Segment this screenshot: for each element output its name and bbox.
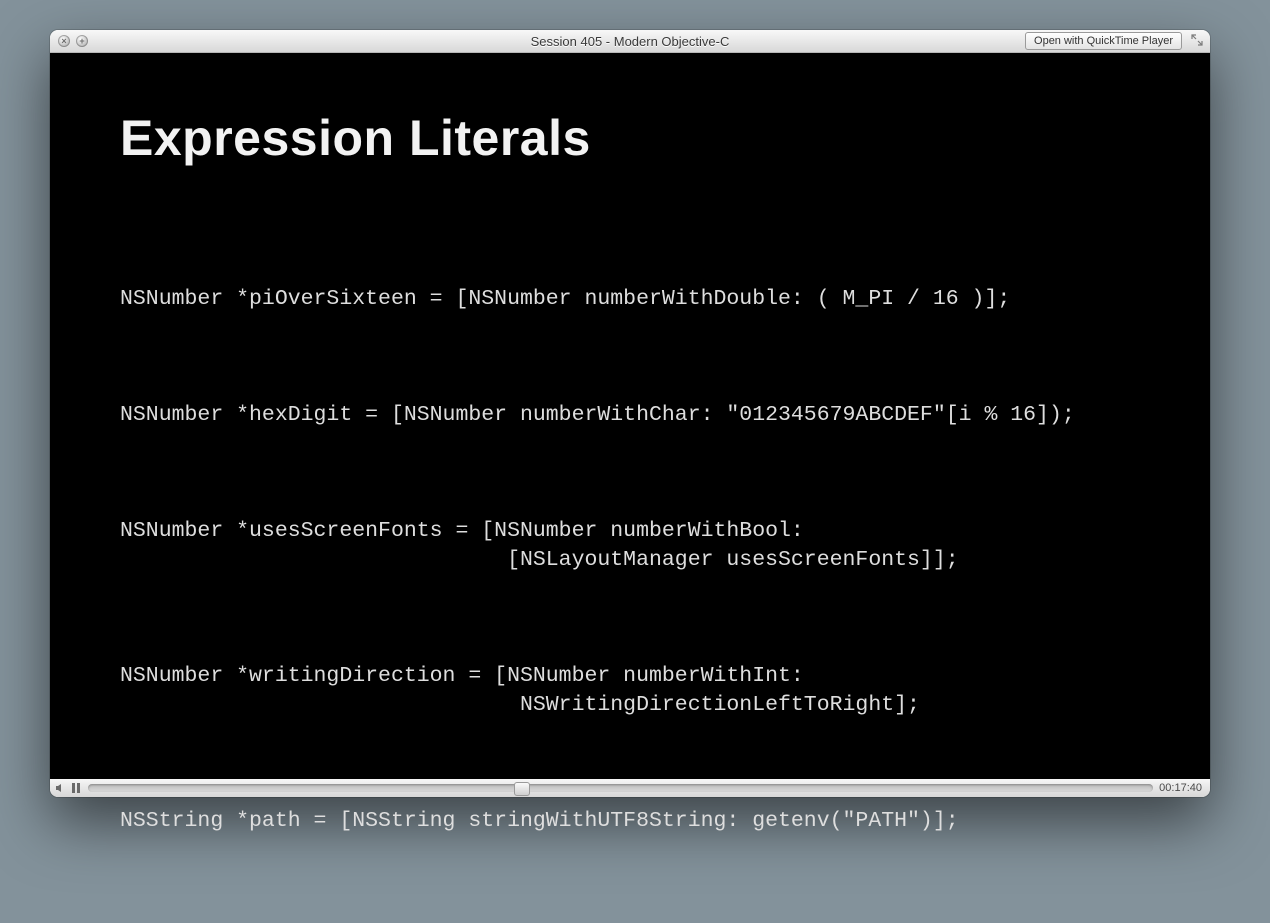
slide-heading: Expression Literals <box>120 109 1140 167</box>
pause-icon[interactable] <box>70 782 82 794</box>
code-block: NSNumber *piOverSixteen = [NSNumber numb… <box>120 227 1140 923</box>
window-frame: × + Session 405 - Modern Objective-C Ope… <box>50 30 1210 797</box>
code-line: NSNumber *writingDirection = [NSNumber n… <box>120 662 1140 720</box>
code-line: NSNumber *piOverSixteen = [NSNumber numb… <box>120 285 1140 314</box>
video-area[interactable]: Expression Literals NSNumber *piOverSixt… <box>50 53 1210 779</box>
code-line: NSNumber *hexDigit = [NSNumber numberWit… <box>120 401 1140 430</box>
scrubber-thumb[interactable] <box>514 782 530 796</box>
slide-content: Expression Literals NSNumber *piOverSixt… <box>50 53 1210 779</box>
code-line: NSString *path = [NSString stringWithUTF… <box>120 807 1140 836</box>
traffic-lights: × + <box>58 35 88 47</box>
close-icon: × <box>58 35 70 47</box>
titlebar: × + Session 405 - Modern Objective-C Ope… <box>50 30 1210 53</box>
close-button[interactable]: × <box>58 35 70 47</box>
plus-icon: + <box>76 35 88 47</box>
zoom-button[interactable]: + <box>76 35 88 47</box>
fullscreen-icon[interactable] <box>1190 33 1204 47</box>
scrubber[interactable] <box>88 784 1153 792</box>
volume-icon[interactable] <box>54 782 66 794</box>
timestamp: 00:17:40 <box>1159 782 1202 794</box>
open-with-button[interactable]: Open with QuickTime Player <box>1025 32 1182 50</box>
code-line: NSNumber *usesScreenFonts = [NSNumber nu… <box>120 517 1140 575</box>
